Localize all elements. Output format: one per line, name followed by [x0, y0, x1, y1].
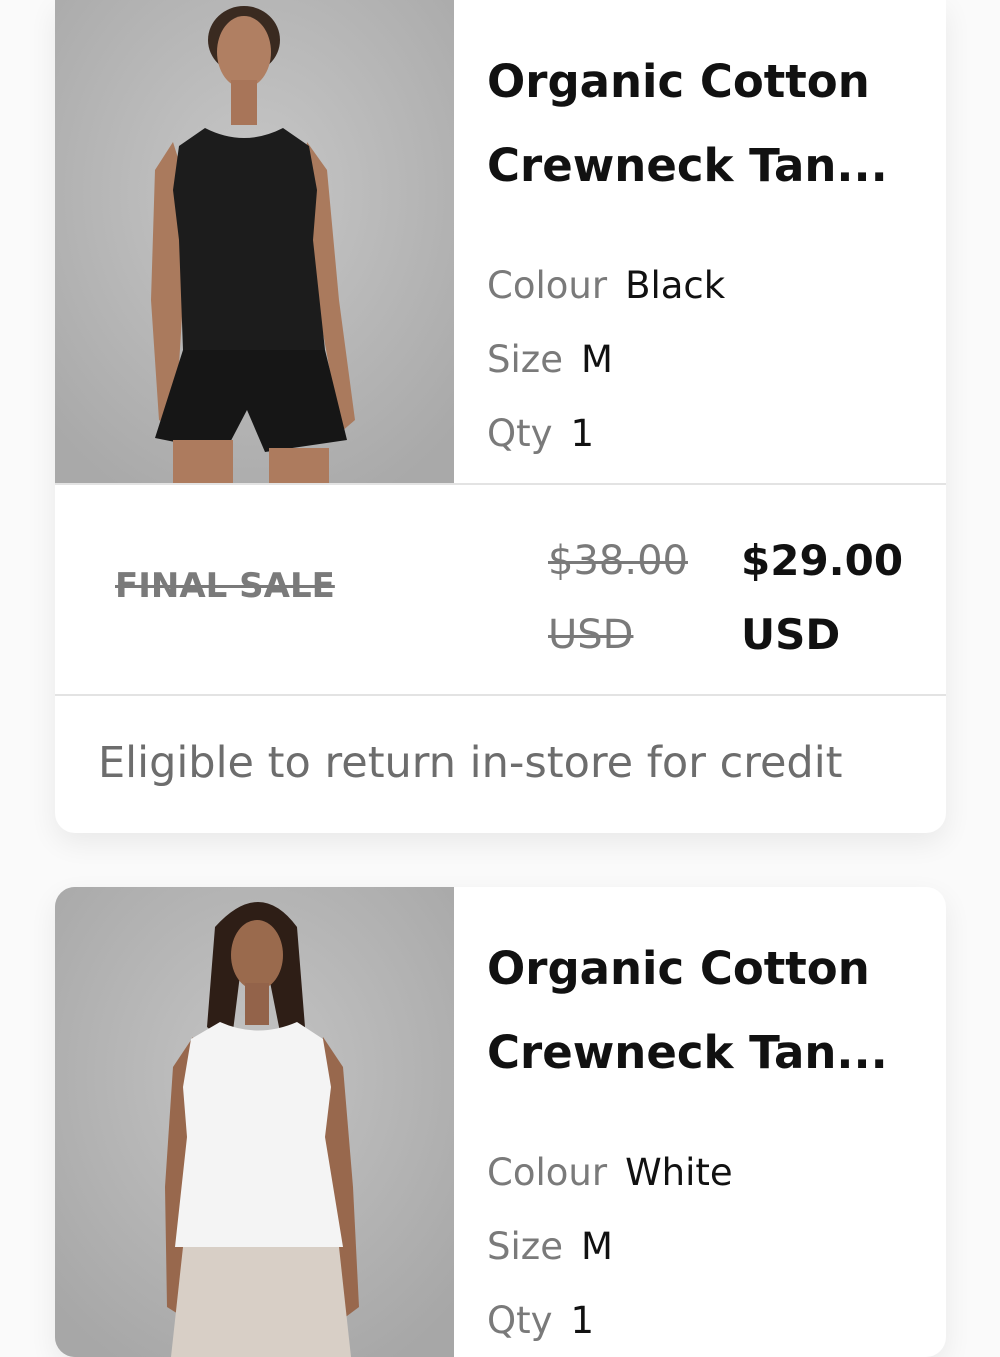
size-value: M [580, 1225, 613, 1268]
colour-label: Colour [487, 264, 608, 307]
final-sale-tag: FINAL SALE [115, 566, 335, 606]
divider [55, 483, 946, 485]
size-label: Size [487, 1225, 563, 1268]
colour-label: Colour [487, 1151, 608, 1194]
divider [55, 694, 946, 696]
original-price: $38.00 USD [548, 538, 688, 658]
qty-label: Qty [487, 1299, 553, 1342]
product-title[interactable]: Organic Cotton Crewneck Tan... [487, 927, 927, 1095]
cart-item-card[interactable]: Organic Cotton Crewneck Tan... Colour Bla… [55, 0, 946, 833]
colour-value: Black [625, 264, 726, 307]
size-row: Size M [487, 1225, 613, 1269]
product-summary: Organic Cotton Crewneck Tan... Colour Bla… [55, 0, 946, 483]
product-title[interactable]: Organic Cotton Crewneck Tan... [487, 40, 927, 208]
product-image[interactable] [55, 887, 454, 1357]
size-label: Size [487, 338, 563, 381]
colour-row: Colour White [487, 1151, 733, 1195]
product-summary: Organic Cotton Crewneck Tan... Colour Whi… [55, 887, 946, 1357]
colour-value: White [625, 1151, 733, 1194]
return-eligibility-note: Eligible to return in-store for credit [98, 738, 843, 788]
qty-label: Qty [487, 412, 553, 455]
product-image[interactable] [55, 0, 454, 483]
qty-value: 1 [570, 412, 595, 455]
qty-value: 1 [570, 1299, 595, 1342]
sale-price: $29.00 USD [741, 536, 904, 659]
size-row: Size M [487, 338, 613, 382]
size-value: M [580, 338, 613, 381]
colour-row: Colour Black [487, 264, 725, 308]
qty-row: Qty 1 [487, 1299, 594, 1343]
cart-item-card[interactable]: Organic Cotton Crewneck Tan... Colour Whi… [55, 887, 946, 1357]
qty-row: Qty 1 [487, 412, 594, 456]
